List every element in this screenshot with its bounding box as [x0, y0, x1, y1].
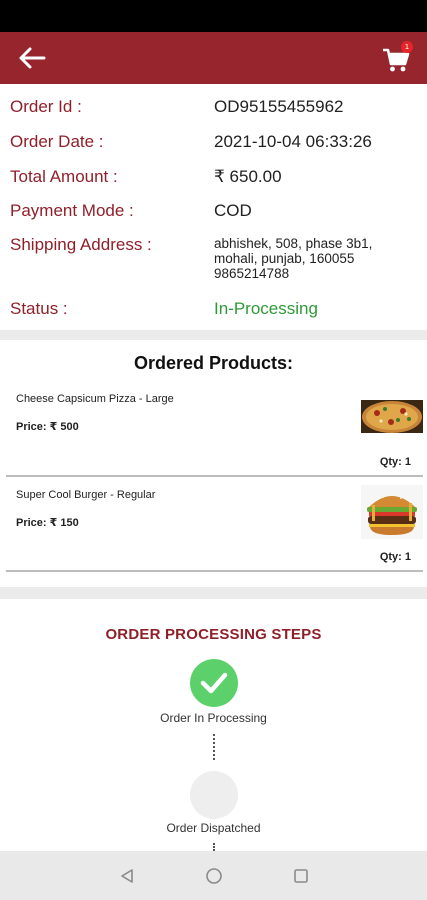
product-item[interactable]: Cheese Capsicum Pizza - Large Price: ₹ 5… — [6, 388, 423, 478]
product-name: Super Cool Burger - Regular — [16, 489, 156, 501]
shipping-address-value: abhishek, 508, phase 3b1, mohali, punjab… — [214, 236, 414, 281]
status-bar — [0, 0, 427, 32]
step-label: Order Dispatched — [166, 821, 261, 835]
arrow-left-icon — [19, 47, 46, 69]
check-icon — [200, 672, 228, 694]
ordered-products-title: Ordered Products: — [133, 353, 294, 373]
total-amount-value: ₹ 650.00 — [214, 167, 282, 186]
cart-count-badge: 1 — [401, 41, 413, 53]
app-bar: 1 — [0, 32, 427, 84]
order-id-label: Order Id : — [10, 97, 82, 116]
address-phone: 9865214788 — [214, 266, 290, 281]
product-price: Price: ₹ 500 — [16, 421, 79, 433]
section-divider — [0, 587, 427, 599]
product-price: Price: ₹ 150 — [16, 517, 79, 529]
step-label: Order In Processing — [160, 711, 267, 725]
payment-mode-value: COD — [214, 201, 252, 220]
triangle-back-icon — [121, 869, 133, 883]
circle-home-icon — [206, 868, 222, 884]
processing-steps-title: ORDER PROCESSING STEPS — [105, 626, 322, 643]
order-id-value: OD95155455962 — [214, 97, 344, 116]
address-line: abhishek, 508, phase 3b1, — [214, 236, 373, 251]
nav-recents-button[interactable] — [290, 865, 312, 887]
nav-back-button[interactable] — [116, 865, 138, 887]
step-done-indicator — [190, 659, 238, 707]
product-item[interactable]: Super Cool Burger - Regular Price: ₹ 150… — [6, 483, 423, 573]
order-info: Order Id : OD95155455962 Order Date : 20… — [0, 84, 427, 330]
product-separator — [6, 570, 423, 572]
nav-home-button[interactable] — [203, 865, 225, 887]
step-connector — [213, 843, 215, 851]
address-line: mohali, punjab, 160055 — [214, 251, 355, 266]
payment-mode-label: Payment Mode : — [10, 201, 134, 220]
total-amount-label: Total Amount : — [10, 167, 118, 186]
status-value: In-Processing — [214, 299, 318, 318]
step-connector — [213, 734, 215, 760]
back-button[interactable] — [16, 44, 48, 72]
order-date-value: 2021-10-04 06:33:26 — [214, 132, 372, 151]
burger-image — [361, 485, 423, 539]
square-recents-icon — [294, 869, 308, 883]
product-qty: Qty: 1 — [379, 456, 411, 468]
product-name: Cheese Capsicum Pizza - Large — [16, 393, 174, 405]
product-separator — [6, 475, 423, 477]
system-nav-bar — [0, 851, 427, 900]
shipping-address-label: Shipping Address : — [10, 235, 152, 254]
section-divider — [0, 330, 427, 340]
order-date-label: Order Date : — [10, 132, 104, 151]
status-label: Status : — [10, 299, 68, 318]
product-qty: Qty: 1 — [379, 551, 411, 563]
cart-button[interactable]: 1 — [381, 41, 415, 73]
step-pending-indicator — [190, 771, 238, 819]
pizza-image — [361, 400, 423, 433]
